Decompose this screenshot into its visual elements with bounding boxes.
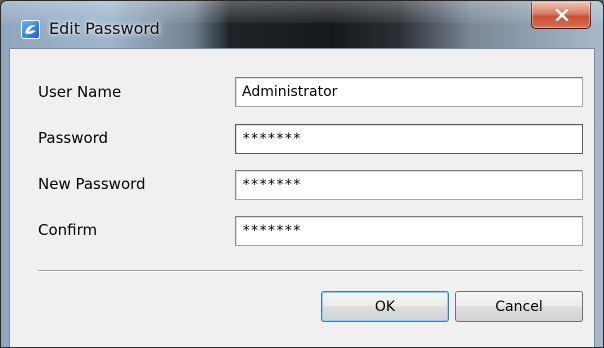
close-button[interactable] <box>531 2 591 29</box>
confirm-label: Confirm <box>38 221 98 239</box>
cancel-button[interactable]: Cancel <box>455 291 583 322</box>
dialog-body: User Name Password New Password Confirm … <box>9 48 595 347</box>
user-name-input[interactable] <box>235 77 583 107</box>
separator-line <box>38 270 583 272</box>
new-password-label: New Password <box>38 175 146 193</box>
confirm-password-input[interactable] <box>235 216 583 246</box>
app-swirl-icon <box>21 20 40 39</box>
dialog-window: Edit Password User Name Password New Pas… <box>0 0 604 348</box>
user-name-label: User Name <box>38 83 122 101</box>
close-x-icon <box>555 9 569 21</box>
ok-button[interactable]: OK <box>321 291 449 322</box>
password-label: Password <box>38 129 109 147</box>
window-title: Edit Password <box>49 19 160 38</box>
new-password-input[interactable] <box>235 170 583 200</box>
title-bar[interactable]: Edit Password <box>1 1 603 48</box>
password-input[interactable] <box>235 124 583 154</box>
